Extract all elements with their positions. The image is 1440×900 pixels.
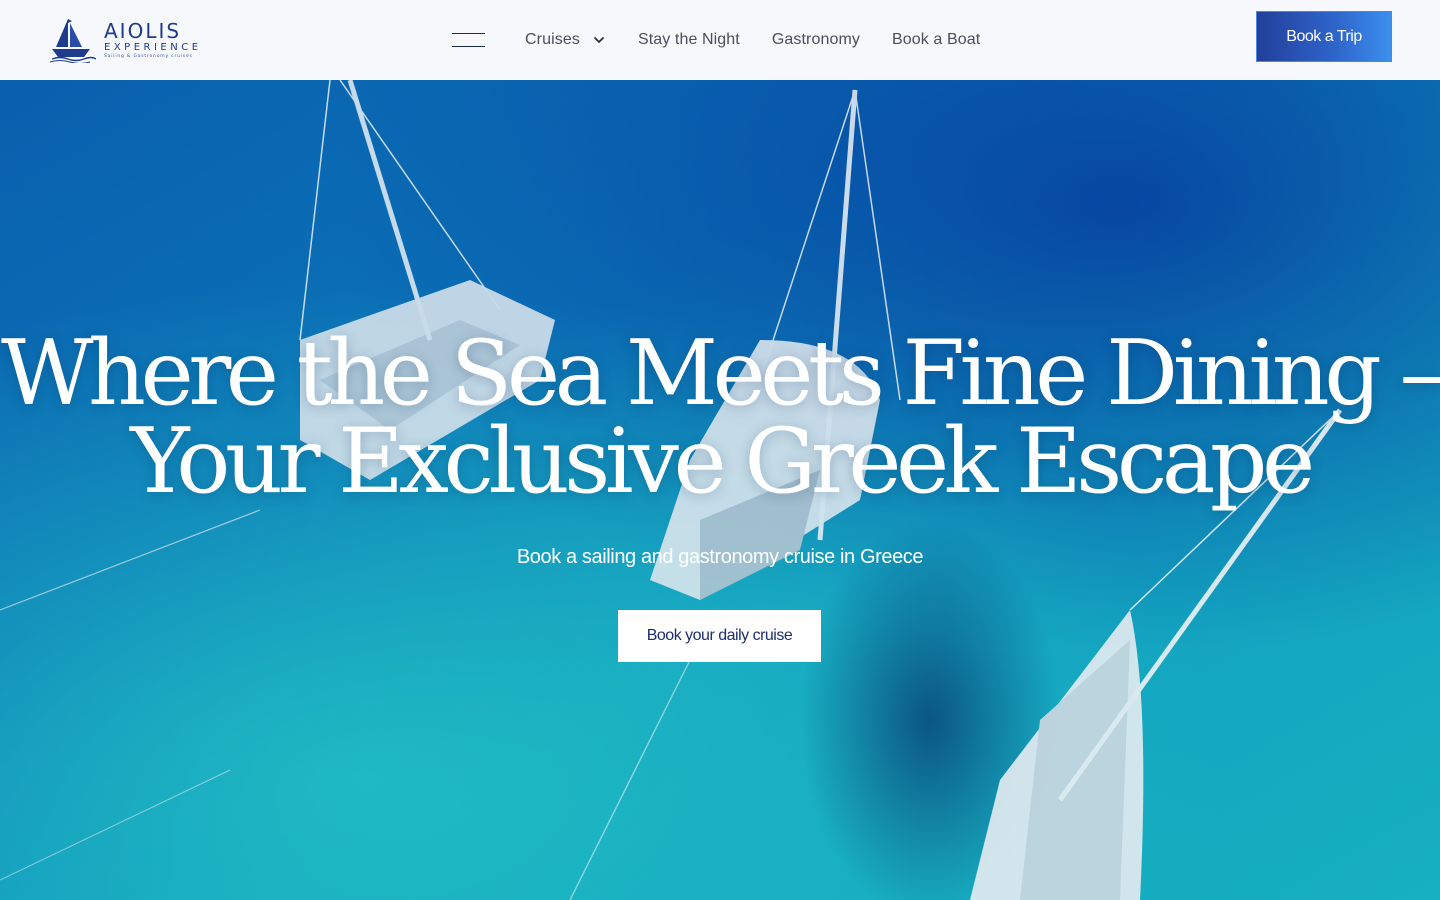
nav-item-label: Cruises bbox=[525, 31, 580, 48]
hero-title-line-2: Your Exclusive Greek Escape bbox=[130, 409, 1315, 514]
hero-title: Where the Sea Meets Fine Dining – Your E… bbox=[0, 329, 1440, 507]
book-a-trip-button[interactable]: Book a Trip bbox=[1256, 11, 1392, 62]
nav-item-stay-the-night[interactable]: Stay the Night bbox=[638, 31, 740, 49]
sailboat-logo-icon bbox=[50, 19, 96, 63]
logo-tagline: Sailing & Gastronomy cruises bbox=[104, 54, 193, 59]
hero-subtitle: Book a sailing and gastronomy cruise in … bbox=[516, 546, 924, 568]
hero-section: Where the Sea Meets Fine Dining – Your E… bbox=[0, 80, 1440, 900]
nav-item-gastronomy[interactable]: Gastronomy bbox=[772, 31, 860, 49]
logo[interactable]: AIOLIS EXPERIENCE Sailing & Gastronomy c… bbox=[48, 15, 198, 65]
logo-wordmark: AIOLIS bbox=[104, 19, 182, 43]
hamburger-icon[interactable] bbox=[452, 33, 485, 47]
main-nav: Cruises Stay the Night Gastronomy Book a… bbox=[452, 0, 1012, 80]
nav-item-cruises[interactable]: Cruises bbox=[525, 31, 606, 49]
chevron-down-icon bbox=[594, 37, 604, 43]
logo-subtitle: EXPERIENCE bbox=[104, 42, 202, 53]
site-header: AIOLIS EXPERIENCE Sailing & Gastronomy c… bbox=[0, 0, 1440, 80]
book-daily-cruise-button[interactable]: Book your daily cruise bbox=[618, 610, 821, 662]
nav-item-book-a-boat[interactable]: Book a Boat bbox=[892, 31, 980, 49]
